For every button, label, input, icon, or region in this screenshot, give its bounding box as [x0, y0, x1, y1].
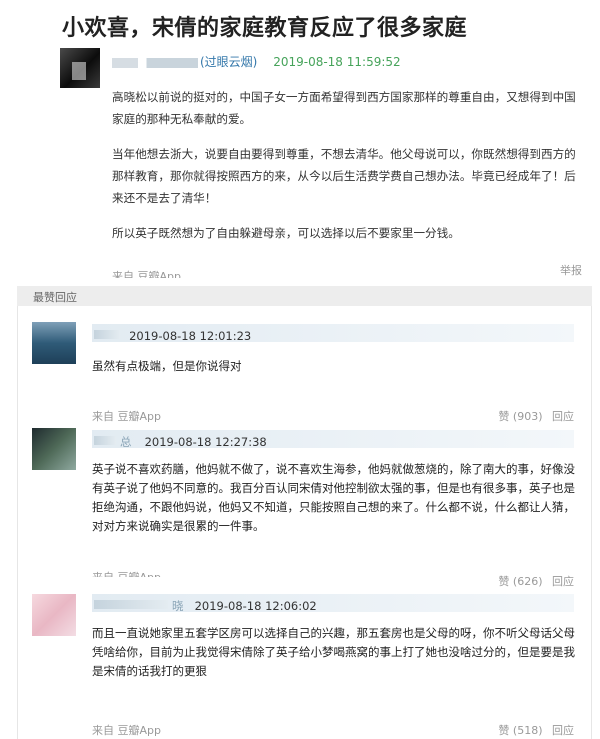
comment-source: 来自 豆瓣App [92, 724, 161, 737]
comment-source: 来自 豆瓣App [92, 569, 161, 577]
commenter-avatar[interactable] [32, 322, 76, 364]
post-paragraph: 高晓松以前说的挺对的，中国子女一方面希望得到西方国家那样的尊重自由，又想得到中国… [112, 90, 576, 126]
commenter-name-blurred[interactable] [94, 436, 116, 445]
comment-header: 2019-08-18 12:01:23 [92, 324, 574, 343]
comments-panel: 2019-08-18 12:01:23 虽然有点极端，但是你说得对 来自 豆瓣A… [17, 306, 592, 739]
post-time: 2019-08-18 11:59:52 [273, 55, 401, 69]
author-name[interactable]: (过眼云烟) [200, 55, 257, 69]
like-button[interactable]: 赞 (903) [498, 410, 542, 423]
post-paragraph: 所以英子既然想为了自由躲避母亲，可以选择以后不要家里一分钱。 [112, 226, 460, 240]
commenter-name-blurred[interactable] [94, 600, 168, 609]
reply-button[interactable]: 回应 [552, 724, 574, 737]
reply-button[interactable]: 回应 [552, 410, 574, 423]
commenter-avatar[interactable] [32, 594, 76, 636]
comment-time: 2019-08-18 12:06:02 [194, 599, 317, 613]
post-footer: 来自 豆瓣App 举报 [112, 262, 582, 278]
author-avatar[interactable] [60, 48, 100, 88]
post-title: 小欢喜，宋倩的家庭教育反应了很多家庭 [62, 16, 468, 41]
comment-source: 来自 豆瓣App [92, 410, 161, 423]
post-body: 高晓松以前说的挺对的，中国子女一方面希望得到西方国家那样的尊重自由，又想得到中国… [112, 86, 582, 257]
post-source: 来自 豆瓣App [112, 270, 181, 278]
comment-text: 英子说不喜欢药膳，他妈就不做了，说不喜欢生海参，他妈就做葱烧的，除了南大的事，好… [92, 462, 575, 533]
commenter-name[interactable]: 晓 [172, 599, 184, 613]
comment-text: 虽然有点极端，但是你说得对 [92, 359, 242, 373]
commenter-avatar[interactable] [32, 428, 76, 470]
comment-time: 2019-08-18 12:27:38 [144, 435, 267, 449]
like-button[interactable]: 赞 (626) [498, 575, 542, 588]
comment-text: 而且一直说她家里五套学区房可以选择自己的兴趣，那五套房也是父母的呀，你不听父母话… [92, 626, 575, 678]
like-button[interactable]: 赞 (518) [498, 724, 542, 737]
comment-header: 晓 2019-08-18 12:06:02 [92, 594, 574, 613]
author-name-blurred[interactable] [112, 57, 198, 68]
comment-footer: 来自 豆瓣App 赞 (903) 回应 [92, 408, 574, 424]
post-meta: (过眼云烟) 2019-08-18 11:59:52 [112, 53, 401, 70]
comment-footer: 来自 豆瓣App 赞 (518) 回应 [92, 722, 574, 738]
comment-footer: 来自 豆瓣App 赞 (626) 回应 [92, 571, 574, 589]
comment-time: 2019-08-18 12:01:23 [129, 329, 252, 343]
commenter-name[interactable]: 总 [120, 435, 132, 449]
section-label: 最赞回应 [33, 291, 77, 304]
post-paragraph: 当年他想去浙大，说要自由要得到尊重，不想去清华。他父母说可以，你既然想得到西方的… [112, 147, 576, 205]
commenter-name-blurred[interactable] [94, 330, 120, 339]
comment-header: 总 2019-08-18 12:27:38 [92, 430, 574, 449]
report-link[interactable]: 举报 [560, 262, 582, 278]
reply-button[interactable]: 回应 [552, 575, 574, 588]
section-header: 最赞回应 [17, 286, 592, 306]
